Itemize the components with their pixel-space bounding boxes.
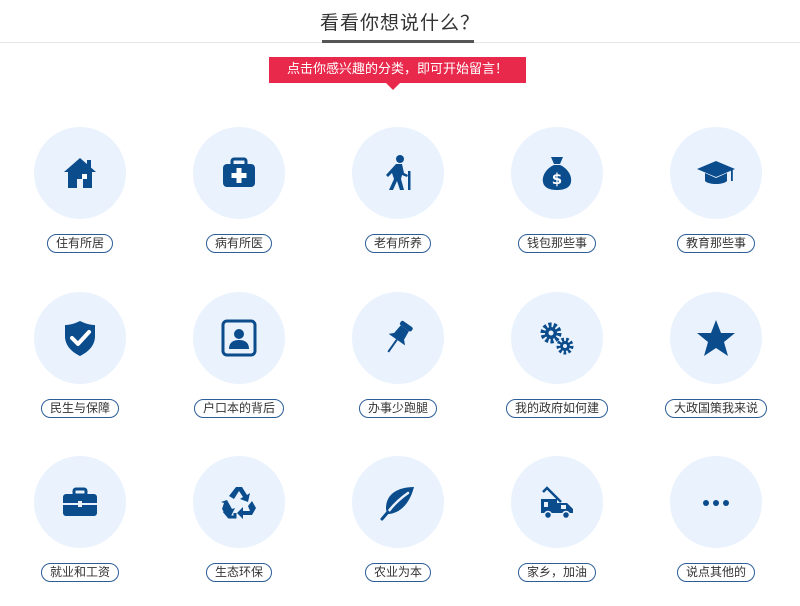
category-label: 病有所医 — [205, 234, 273, 253]
category-label: 大政国策我来说 — [664, 399, 768, 418]
category-label: 说点其他的 — [676, 563, 756, 582]
briefcase-icon — [63, 487, 97, 516]
category-ecology[interactable]: 生态环保 — [169, 456, 309, 606]
category-education[interactable]: 教育那些事 — [646, 127, 786, 277]
category-icon-circle — [34, 292, 126, 384]
category-icon-circle: $ — [511, 127, 603, 219]
category-label: 户口本的背后 — [193, 399, 285, 418]
category-label: 办事少跑腿 — [358, 399, 438, 418]
graduation-cap-icon — [697, 161, 735, 184]
category-label: 生态环保 — [205, 563, 273, 582]
leaf-icon — [380, 487, 414, 521]
category-label: 我的政府如何建 — [505, 399, 609, 418]
svg-text:$: $ — [552, 170, 562, 188]
category-agriculture[interactable]: 农业为本 — [328, 456, 468, 606]
category-icon-circle — [193, 127, 285, 219]
category-icon-circle — [352, 292, 444, 384]
category-label: 钱包那些事 — [517, 234, 597, 253]
shield-check-icon — [65, 321, 95, 356]
star-icon — [697, 320, 735, 356]
category-government-building[interactable]: 我的政府如何建 — [487, 292, 627, 442]
category-icon-circle — [670, 127, 762, 219]
medical-kit-icon — [223, 157, 255, 187]
category-national-policy[interactable]: 大政国策我来说 — [646, 292, 786, 442]
category-label: 农业为本 — [364, 563, 432, 582]
category-wallet[interactable]: $ 钱包那些事 — [487, 127, 627, 277]
category-icon-circle — [670, 456, 762, 548]
category-icon-circle — [193, 456, 285, 548]
money-bag-icon: $ — [542, 157, 572, 190]
category-icon-circle — [352, 456, 444, 548]
category-less-errands[interactable]: 办事少跑腿 — [328, 292, 468, 442]
category-icon-circle — [34, 127, 126, 219]
category-icon-circle — [511, 292, 603, 384]
category-icon-circle — [34, 456, 126, 548]
gears-icon — [540, 322, 574, 355]
category-employment[interactable]: 就业和工资 — [10, 456, 150, 606]
category-icon-circle — [193, 292, 285, 384]
category-label: 教育那些事 — [676, 234, 756, 253]
category-hometown[interactable]: 家乡，加油 — [487, 456, 627, 606]
house-icon — [64, 158, 96, 188]
ellipsis-icon — [703, 500, 729, 506]
category-grid: 住有所居 病有所医 老有所养 $ 钱包那些事 教育那些事 民生与保障 户口本的背… — [0, 0, 800, 606]
elderly-person-icon — [386, 155, 411, 190]
id-card-icon — [221, 319, 257, 357]
category-icon-circle — [511, 456, 603, 548]
category-medical[interactable]: 病有所医 — [169, 127, 309, 277]
category-housing[interactable]: 住有所居 — [10, 127, 150, 277]
category-label: 老有所养 — [364, 234, 432, 253]
category-livelihood[interactable]: 民生与保障 — [10, 292, 150, 442]
category-icon-circle — [670, 292, 762, 384]
pushpin-icon — [387, 320, 413, 353]
category-household-register[interactable]: 户口本的背后 — [169, 292, 309, 442]
category-elderly[interactable]: 老有所养 — [328, 127, 468, 277]
category-label: 住有所居 — [46, 234, 114, 253]
category-label: 家乡，加油 — [517, 563, 597, 582]
category-label: 就业和工资 — [40, 563, 120, 582]
truck-icon — [541, 486, 573, 520]
recycle-icon — [221, 487, 256, 519]
category-label: 民生与保障 — [40, 399, 120, 418]
category-other[interactable]: 说点其他的 — [646, 456, 786, 606]
category-icon-circle — [352, 127, 444, 219]
